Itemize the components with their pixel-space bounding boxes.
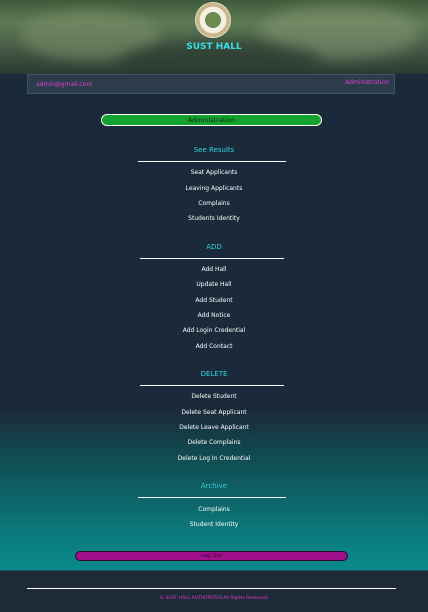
footer-copyright: © SUST HALL AUTHORITIES.All Rights Reser… — [159, 596, 269, 601]
menu-item-add-login-credential[interactable]: Add Login Credential — [0, 327, 428, 334]
section-title-delete: DELETE — [200, 370, 228, 378]
menu-item-seat-applicants[interactable]: Seat Applicants — [0, 169, 428, 176]
section-title-add: ADD — [206, 243, 222, 251]
menu-item-delete-student[interactable]: Delete Student — [0, 393, 428, 400]
section-divider — [138, 161, 286, 162]
user-email: admin@gmail.com — [36, 81, 93, 88]
top-navbar: admin@gmail.com Administration — [27, 74, 395, 94]
university-logo[interactable] — [195, 2, 231, 38]
menu-item-add-hall[interactable]: Add Hall — [0, 266, 428, 273]
menu-item-archive-student-identity[interactable]: Student Identity — [0, 521, 428, 528]
section-divider — [138, 497, 286, 498]
section-title-see-results: See Results — [193, 146, 235, 154]
menu-item-delete-complains[interactable]: Delete Complains — [0, 439, 428, 446]
menu-item-delete-leave-applicant[interactable]: Delete Leave Applicant — [0, 424, 428, 431]
site-brand[interactable]: SUST HALL — [0, 42, 428, 52]
menu-item-delete-login-credential[interactable]: Delete Log In Credential — [0, 455, 428, 462]
menu-item-add-notice[interactable]: Add Notice — [0, 312, 428, 319]
section-divider — [140, 258, 284, 259]
menu-item-archive-complains[interactable]: Complains — [0, 506, 428, 513]
section-title-archive: Archive — [200, 482, 228, 490]
menu-item-add-student[interactable]: Add Student — [0, 297, 428, 304]
footer-divider — [27, 588, 396, 589]
administration-button[interactable]: Administration — [101, 114, 322, 126]
menu-item-leaving-applicants[interactable]: Leaving Applicants — [0, 185, 428, 192]
menu-item-update-hall[interactable]: Update Hall — [0, 281, 428, 288]
hero-banner: SUST HALL — [0, 0, 428, 74]
logo-emblem — [205, 12, 221, 28]
menu-item-students-identity[interactable]: Students Identity — [0, 215, 428, 222]
menu-item-delete-seat-applicant[interactable]: Delete Seat Applicant — [0, 409, 428, 416]
administration-link[interactable]: Administration — [345, 79, 389, 86]
menu-item-complains[interactable]: Complains — [0, 200, 428, 207]
menu-item-add-contact[interactable]: Add Contact — [0, 343, 428, 350]
section-divider — [140, 385, 284, 386]
logout-button[interactable]: Log Out — [75, 551, 348, 561]
